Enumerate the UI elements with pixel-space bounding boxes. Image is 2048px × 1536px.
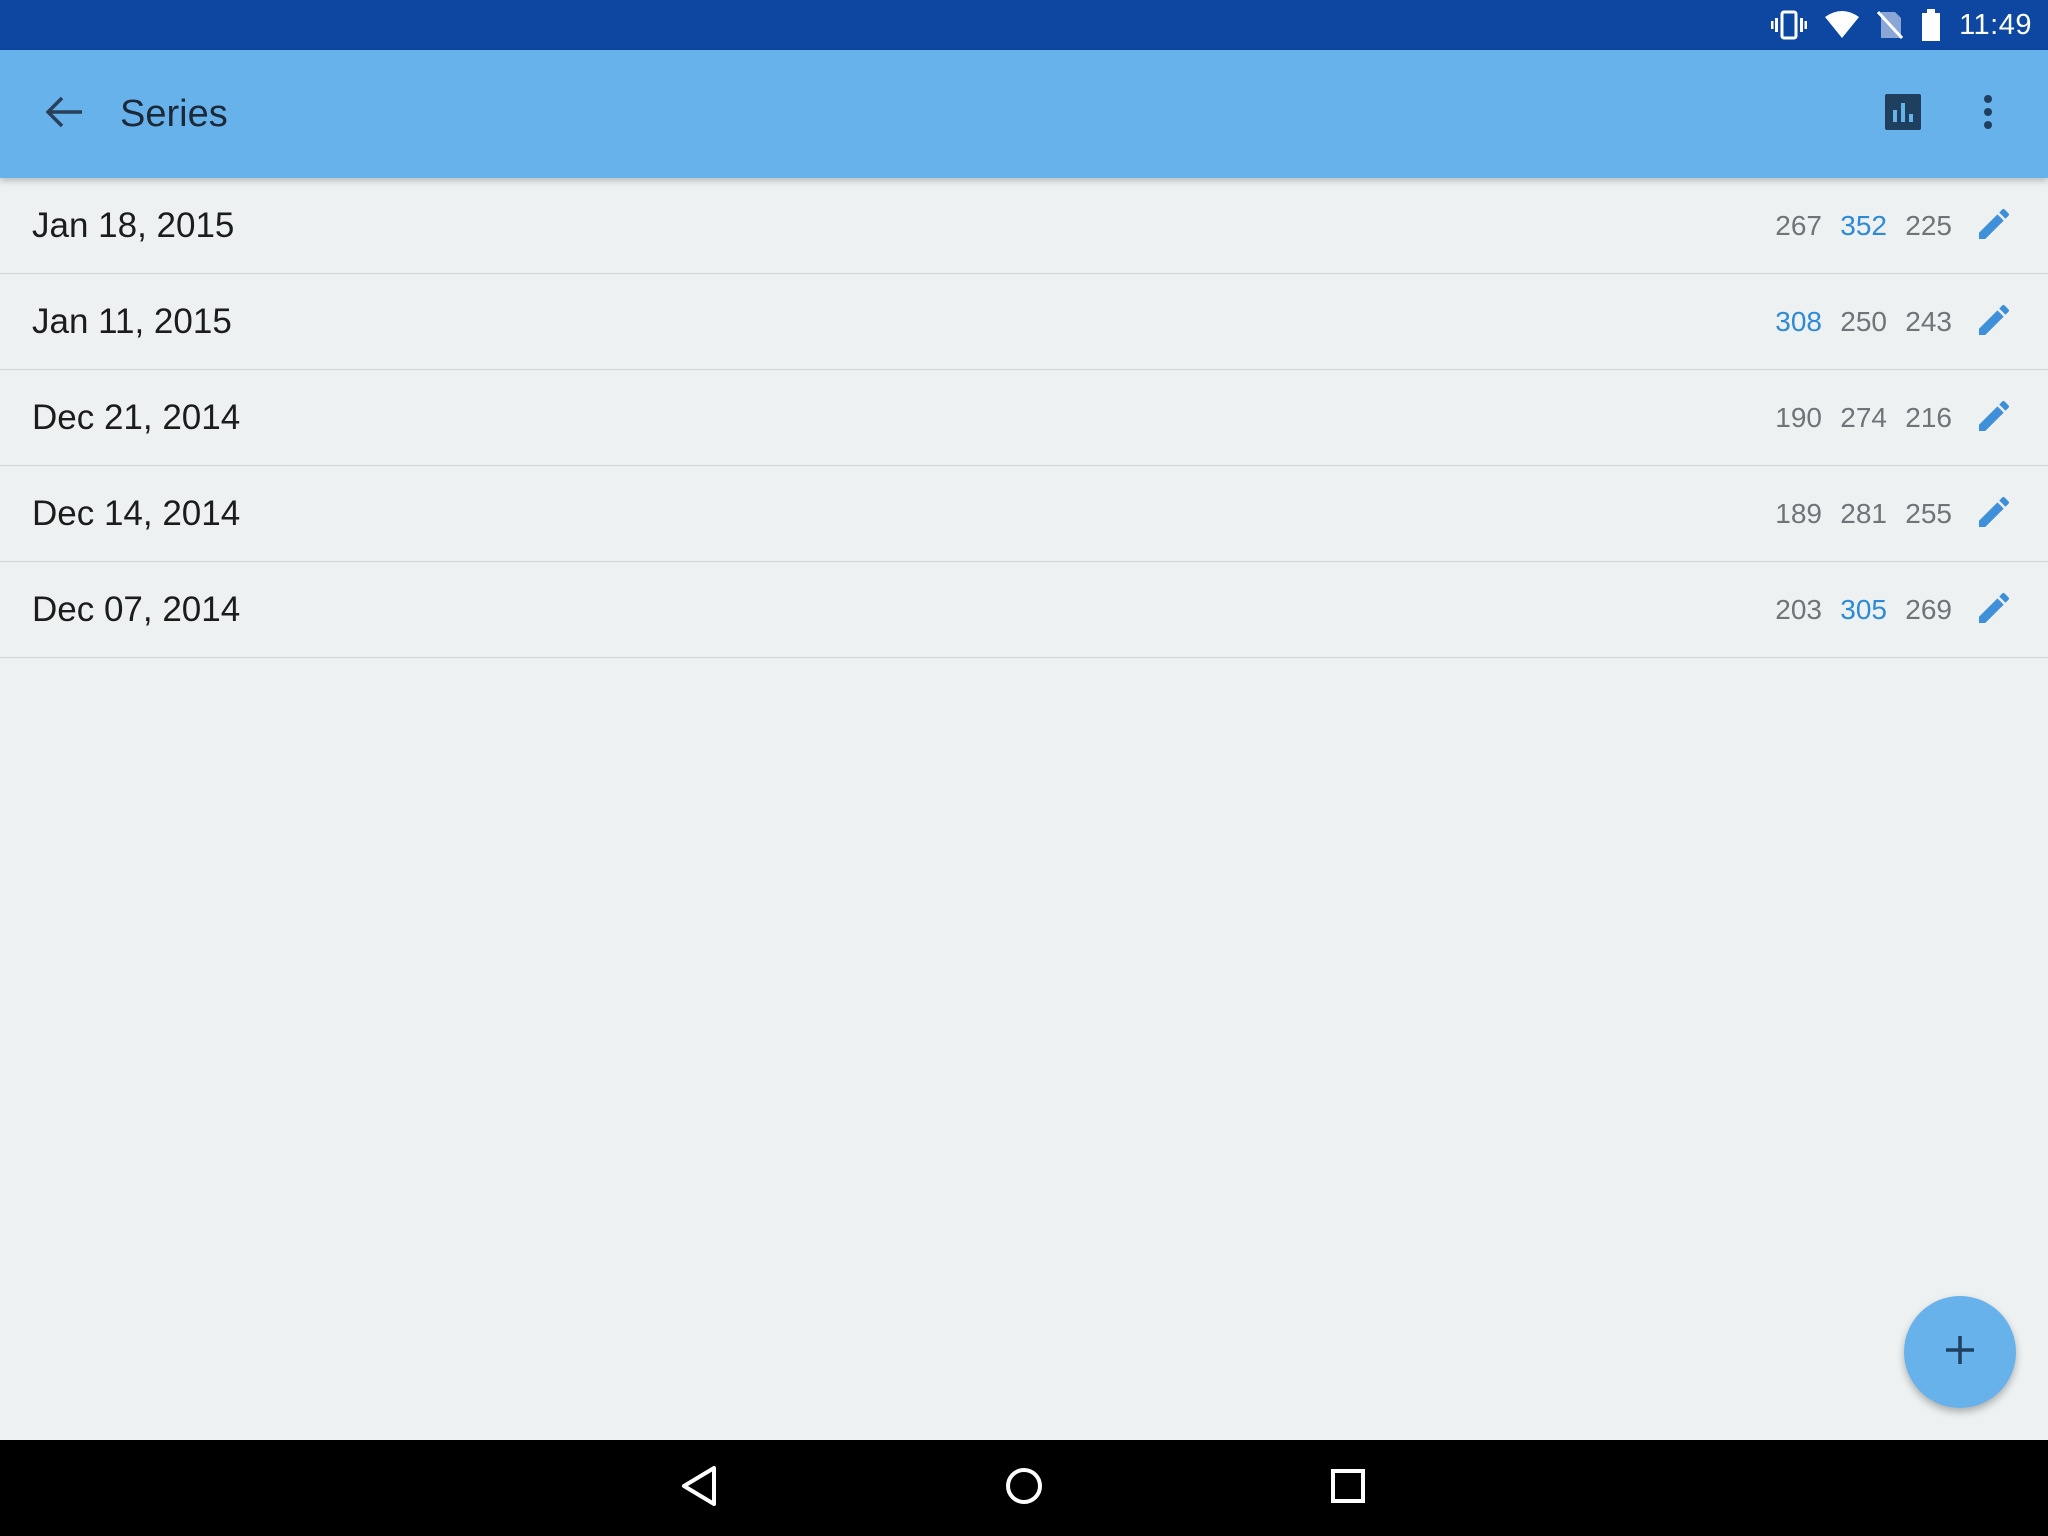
series-list: Jan 18, 2015 267 352 225 Jan 11, 2015 30… — [0, 178, 2048, 658]
series-date: Dec 21, 2014 — [32, 398, 241, 437]
nav-back-icon — [680, 1464, 720, 1513]
app-bar: Series — [0, 50, 2048, 178]
game-score: 225 — [1905, 209, 1952, 241]
pencil-icon — [1974, 492, 2014, 537]
status-bar: 11:49 — [0, 0, 2048, 50]
game-score: 274 — [1840, 401, 1887, 433]
edit-button[interactable] — [1970, 298, 2018, 346]
nav-back-button[interactable] — [668, 1456, 732, 1520]
list-item[interactable]: Dec 14, 2014 189 281 255 — [0, 466, 2048, 562]
game-score: 255 — [1905, 497, 1952, 529]
series-date: Jan 11, 2015 — [32, 302, 232, 341]
pencil-icon — [1974, 300, 2014, 345]
series-scores: 203 305 269 — [1774, 562, 1952, 657]
plus-icon — [1943, 1333, 1977, 1372]
screen: 11:49 Series Jan 18, 2015 267 352 225 Ja… — [0, 0, 2048, 1536]
series-date: Dec 07, 2014 — [32, 590, 241, 629]
game-score-high: 308 — [1775, 305, 1822, 337]
list-item[interactable]: Jan 11, 2015 308 250 243 — [0, 274, 2048, 370]
navigation-bar — [0, 1440, 2048, 1536]
pencil-icon — [1974, 588, 2014, 633]
game-score: 281 — [1840, 497, 1887, 529]
edit-button[interactable] — [1970, 394, 2018, 442]
status-icons: 11:49 — [1771, 0, 2032, 50]
page-title: Series — [120, 93, 228, 135]
game-score-high: 305 — [1840, 593, 1887, 625]
back-button[interactable] — [32, 82, 96, 146]
series-scores: 190 274 216 — [1774, 370, 1952, 465]
pencil-icon — [1974, 204, 2014, 249]
more-options-button[interactable] — [1960, 82, 2016, 146]
edit-button[interactable] — [1970, 586, 2018, 634]
no-sim-icon — [1877, 10, 1904, 40]
series-scores: 308 250 243 — [1774, 274, 1952, 369]
bar-chart-icon — [1885, 93, 1921, 135]
series-scores: 189 281 255 — [1774, 466, 1952, 561]
nav-recents-icon — [1330, 1468, 1366, 1509]
series-date: Jan 18, 2015 — [32, 206, 235, 245]
back-arrow-icon — [44, 94, 84, 135]
game-score: 267 — [1775, 209, 1822, 241]
game-score: 250 — [1840, 305, 1887, 337]
nav-recents-button[interactable] — [1316, 1456, 1380, 1520]
game-score: 216 — [1905, 401, 1952, 433]
wifi-icon — [1825, 11, 1860, 39]
battery-icon — [1921, 9, 1941, 41]
nav-home-button[interactable] — [992, 1456, 1056, 1520]
game-score: 203 — [1775, 593, 1822, 625]
pencil-icon — [1974, 396, 2014, 441]
series-date: Dec 14, 2014 — [32, 494, 241, 533]
series-scores: 267 352 225 — [1774, 178, 1952, 273]
game-score-high: 352 — [1840, 209, 1887, 241]
add-series-button[interactable] — [1904, 1296, 2016, 1408]
list-item[interactable]: Dec 07, 2014 203 305 269 — [0, 562, 2048, 658]
game-score: 189 — [1775, 497, 1822, 529]
game-score: 190 — [1775, 401, 1822, 433]
more-vert-icon — [1982, 94, 1994, 135]
vibrate-icon — [1771, 10, 1808, 40]
list-item[interactable]: Dec 21, 2014 190 274 216 — [0, 370, 2048, 466]
game-score: 269 — [1905, 593, 1952, 625]
statistics-button[interactable] — [1868, 88, 1938, 140]
game-score: 243 — [1905, 305, 1952, 337]
list-item[interactable]: Jan 18, 2015 267 352 225 — [0, 178, 2048, 274]
edit-button[interactable] — [1970, 490, 2018, 538]
edit-button[interactable] — [1970, 202, 2018, 250]
nav-home-icon — [1004, 1466, 1044, 1511]
status-time: 11:49 — [1959, 8, 2032, 41]
